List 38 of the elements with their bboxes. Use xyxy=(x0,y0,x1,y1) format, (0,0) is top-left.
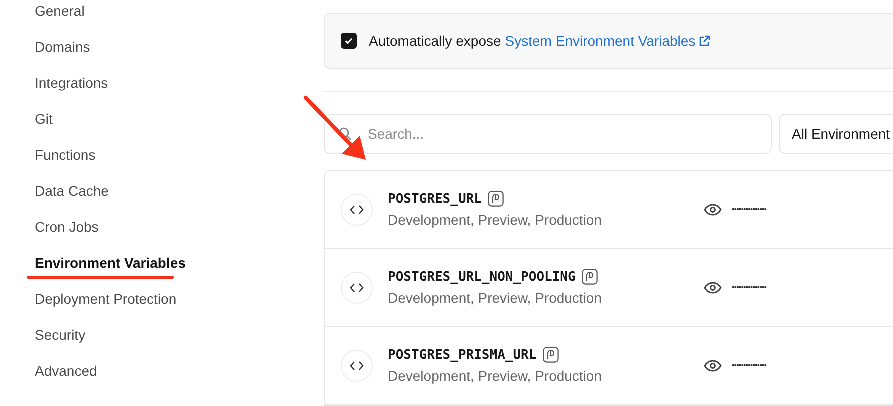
search-field[interactable]: Search... xyxy=(324,114,772,154)
hidden-value: ••••••••••••••• xyxy=(732,205,767,214)
sidebar-item[interactable]: Functions xyxy=(35,146,96,164)
checkbox[interactable] xyxy=(341,33,357,49)
eye-icon[interactable] xyxy=(704,282,722,294)
eye-icon[interactable] xyxy=(704,360,722,372)
code-icon xyxy=(341,194,373,226)
environments-text: Development, Preview, Production xyxy=(388,212,603,228)
option-label: Automatically expose xyxy=(369,33,502,49)
docs-link[interactable]: System Environment Variables xyxy=(505,33,711,49)
sidebar-item[interactable]: Domains xyxy=(35,38,90,56)
environments-text: Development, Preview, Production xyxy=(388,368,603,384)
check-icon xyxy=(344,36,354,46)
sidebar-item[interactable]: Deployment Protection xyxy=(35,290,177,308)
code-icon xyxy=(341,272,373,304)
sidebar-item[interactable]: Environment Variables xyxy=(35,254,186,272)
sidebar-item[interactable]: Security xyxy=(35,326,86,344)
code-icon xyxy=(341,350,373,382)
variable-name: POSTGRES_PRISMA_URL xyxy=(388,348,537,362)
database-icon[interactable] xyxy=(488,191,504,207)
variable-name: POSTGRES_URL_NON_POOLING xyxy=(388,270,576,284)
hidden-value: ••••••••••••••• xyxy=(732,361,767,370)
eye-icon[interactable] xyxy=(704,204,722,216)
arrow-annotation xyxy=(304,96,366,160)
sidebar-item[interactable]: General xyxy=(35,2,85,20)
database-icon[interactable] xyxy=(542,347,559,363)
sidebar-item[interactable]: Data Cache xyxy=(35,182,109,200)
variable-name: POSTGRES_URL xyxy=(388,192,482,206)
hidden-value: ••••••••••••••• xyxy=(732,283,767,292)
environments-text: Development, Preview, Production xyxy=(388,290,603,306)
database-icon[interactable] xyxy=(582,269,598,285)
sidebar-item[interactable]: Integrations xyxy=(35,74,108,92)
search-icon xyxy=(338,127,352,141)
environment-dropdown[interactable]: All Environment xyxy=(779,114,893,154)
sidebar-item[interactable]: Git xyxy=(35,110,53,128)
external-link-icon xyxy=(698,34,711,48)
sidebar-item[interactable]: Advanced xyxy=(35,362,98,380)
sidebar-item[interactable]: Cron Jobs xyxy=(35,218,99,236)
